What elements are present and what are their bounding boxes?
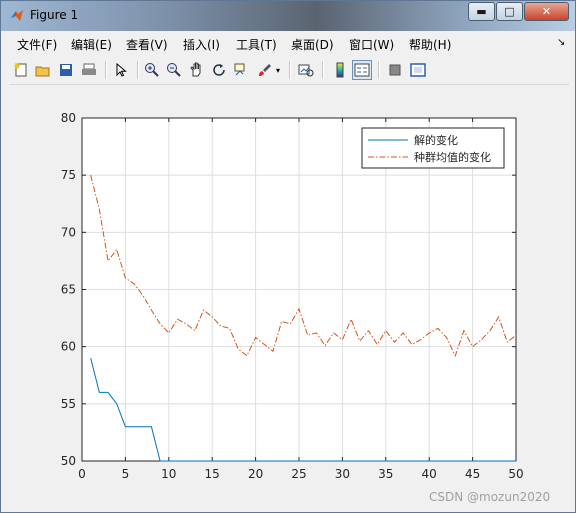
show-plot-tools-icon[interactable] [408,60,428,80]
y-tick-label: 55 [61,397,76,411]
dock-arrow-icon[interactable]: ↘ [557,37,565,48]
menu-view[interactable]: 查看(V) [126,36,168,53]
rotate-3d-icon[interactable] [209,60,229,80]
menu-file[interactable]: 文件(F) [17,36,57,53]
legend-label: 解的变化 [414,133,458,147]
title-bar[interactable]: Figure 1 ▬ □ ✕ [1,1,575,31]
x-tick-label: 10 [161,467,176,481]
close-button[interactable]: ✕ [524,2,569,21]
legend-label: 种群均值的变化 [414,150,491,164]
minimize-button[interactable]: ▬ [468,2,495,21]
y-tick-label: 75 [61,168,76,182]
link-plot-icon[interactable] [296,60,316,80]
colorbar-icon[interactable] [330,60,350,80]
figure-window: Figure 1 ▬ □ ✕ 文件(F) 编辑(E) 查看(V) 插入(I) 工… [0,0,576,513]
menu-insert[interactable]: 插入(I) [183,36,220,53]
menu-tools[interactable]: 工具(T) [236,36,277,53]
data-cursor-icon[interactable] [231,60,251,80]
x-tick-label: 40 [422,467,437,481]
x-tick-label: 20 [248,467,263,481]
brush-icon[interactable] [255,60,275,80]
maximize-button[interactable]: □ [496,2,523,21]
print-icon[interactable] [79,60,99,80]
y-tick-label: 70 [61,225,76,239]
x-tick-label: 30 [335,467,350,481]
x-tick-label: 15 [205,467,220,481]
zoom-out-icon[interactable] [164,60,184,80]
watermark-text: CSDN @mozun2020 [429,490,551,504]
figure-toolbar: ▾ [9,56,569,85]
brush-dropdown-icon[interactable]: ▾ [273,60,283,80]
menu-help[interactable]: 帮助(H) [409,36,451,53]
figure-canvas: 0 5 10 15 20 25 30 35 40 45 50 50 55 60 65 70 75 80 解的变化种群… [9,86,569,506]
x-tick-label: 50 [508,467,523,481]
x-tick-label: 35 [378,467,393,481]
x-tick-label: 25 [291,467,306,481]
save-icon[interactable] [56,60,76,80]
y-tick-label: 50 [61,454,76,468]
y-tick-label: 65 [61,283,76,297]
menu-edit[interactable]: 编辑(E) [71,36,112,53]
x-tick-label: 0 [78,467,86,481]
legend-icon[interactable] [352,60,372,80]
hide-plot-tools-icon[interactable] [385,60,405,80]
matlab-logo-icon [11,10,23,21]
menu-desktop[interactable]: 桌面(D) [291,36,334,53]
x-tick-label: 5 [122,467,130,481]
y-tick-label: 60 [61,340,76,354]
zoom-in-icon[interactable] [142,60,162,80]
pointer-icon[interactable] [111,60,131,80]
pan-hand-icon[interactable] [187,60,207,80]
open-file-icon[interactable] [33,60,53,80]
line-plot[interactable]: 0 5 10 15 20 25 30 35 40 45 50 50 55 60 65 70 75 80 解的变化种群… [9,86,569,486]
window-title: Figure 1 [30,8,79,22]
menu-window[interactable]: 窗口(W) [349,36,394,53]
menu-bar: 文件(F) 编辑(E) 查看(V) 插入(I) 工具(T) 桌面(D) 窗口(W… [9,32,569,54]
y-tick-label: 80 [61,111,76,125]
new-figure-icon[interactable] [11,60,31,80]
x-tick-label: 45 [465,467,480,481]
